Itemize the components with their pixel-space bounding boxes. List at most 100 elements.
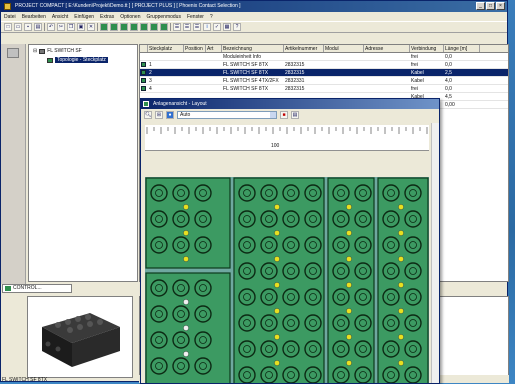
cell-article: 2832315 (285, 86, 305, 92)
window-controls: _ □ × (476, 2, 505, 10)
column-header[interactable]: Position (184, 45, 206, 52)
status-led (274, 204, 280, 210)
connector-socket (238, 236, 256, 254)
connector-socket (238, 210, 256, 228)
table-row[interactable]: 2 FL SWITCH SF 8TX 2832315 Kabel 2,5 (140, 69, 508, 77)
print-icon[interactable]: ▤ (291, 111, 299, 119)
help-icon[interactable]: ? (233, 23, 241, 31)
child-title-bar: Anlagenansicht - Layout (141, 99, 439, 109)
menu-extras[interactable]: Extras (100, 14, 114, 20)
connector-socket (172, 184, 190, 202)
column-header[interactable]: Artikelnummer (284, 45, 324, 52)
app-icon (4, 3, 11, 10)
table-row[interactable]: 1 FL SWITCH SF 8TX 2832315 frei 0,0 (140, 61, 508, 69)
tree-item[interactable]: Topologie - Steckplatz (47, 57, 108, 63)
menu-help[interactable]: ? (210, 14, 213, 20)
new-icon[interactable]: □ (4, 23, 12, 31)
column-header[interactable]: Bezeichnung (222, 45, 284, 52)
cell-type (206, 77, 222, 84)
connector-socket (150, 357, 168, 375)
tree-root-label: FL SWITCH SF (47, 48, 82, 54)
menu-bearbeiten[interactable]: Bearbeiten (22, 14, 46, 20)
cell-connection: frei (411, 54, 418, 60)
table-row[interactable]: Moduleinheit Info frei 0,0 (140, 53, 508, 61)
connector-socket (260, 314, 278, 332)
cell-name: FL SWITCH SF 8TX (223, 62, 269, 68)
menu-einfuegen[interactable]: Einfügen (74, 14, 94, 20)
copy-icon[interactable]: ❐ (67, 23, 75, 31)
connector-socket (238, 288, 256, 306)
tree-root[interactable]: ⊟ FL SWITCH SF (33, 48, 82, 54)
cut-icon[interactable]: ✂ (57, 23, 65, 31)
open-icon[interactable]: ▭ (14, 23, 22, 31)
status-led (346, 360, 352, 366)
module-icon[interactable] (160, 23, 168, 31)
status-led (346, 282, 352, 288)
undo-icon[interactable]: ↶ (47, 23, 55, 31)
vertical-scrollbar[interactable] (431, 123, 439, 383)
zoom-select[interactable]: Auto (177, 111, 277, 119)
status-led (274, 308, 280, 314)
layout-canvas[interactable] (145, 177, 429, 383)
column-header[interactable]: Modul (324, 45, 364, 52)
connector-socket (194, 305, 212, 323)
menu-gruppenmodus[interactable]: Gruppenmodus (147, 14, 181, 20)
grid-icon[interactable]: ▦ (223, 23, 231, 31)
save-icon[interactable]: ▪ (24, 23, 32, 31)
table-row[interactable]: 3 FL SWITCH SF 4TX/2FX 2832331 Kabel 4,0 (140, 77, 508, 85)
connector-socket (172, 331, 190, 349)
connector-socket (304, 288, 322, 306)
bus-icon[interactable] (130, 23, 138, 31)
paste-icon[interactable]: ▣ (77, 23, 85, 31)
tab-control[interactable]: CONTROL... (2, 284, 72, 293)
cell-slot: 1 (149, 62, 152, 68)
column-header[interactable]: Art (206, 45, 222, 52)
cell-position (184, 53, 206, 60)
connector-socket (150, 184, 168, 202)
minimize-button[interactable]: _ (476, 2, 485, 10)
menu-optionen[interactable]: Optionen (120, 14, 140, 20)
list-icon[interactable]: ☰ (183, 23, 191, 31)
close-button[interactable]: × (496, 2, 505, 10)
connector-socket (260, 210, 278, 228)
module-icon (141, 62, 146, 68)
status-led (183, 325, 189, 331)
module-icon[interactable] (150, 23, 158, 31)
connector-icon[interactable] (110, 23, 118, 31)
globe-icon[interactable]: ● (166, 111, 174, 119)
column-header[interactable] (140, 45, 148, 52)
column-header[interactable]: Verbindung (410, 45, 444, 52)
table-row[interactable]: 4 FL SWITCH SF 8TX 2832315 frei 0,0 (140, 85, 508, 93)
check-icon[interactable]: ✓ (213, 23, 221, 31)
maximize-button[interactable]: □ (486, 2, 495, 10)
list-icon[interactable]: ☰ (193, 23, 201, 31)
column-header[interactable]: Länge [m] (444, 45, 480, 52)
project-icon[interactable] (7, 48, 19, 58)
module-icon[interactable] (140, 23, 148, 31)
menu-fenster[interactable]: Fenster (187, 14, 204, 20)
column-header[interactable]: Steckplatz (148, 45, 184, 52)
zoom-icon[interactable]: 🔍︎ (144, 111, 152, 119)
status-led (398, 204, 404, 210)
column-header[interactable]: Adresse (364, 45, 410, 52)
fit-icon[interactable]: ⊞ (155, 111, 163, 119)
connector-socket (282, 288, 300, 306)
cell-length: 4,0 (445, 78, 452, 84)
chevron-down-icon[interactable] (270, 112, 276, 118)
connector-socket (260, 366, 278, 383)
record-icon[interactable]: ■ (280, 111, 288, 119)
list-icon[interactable]: ☰ (173, 23, 181, 31)
title-bar: PROJECT COMPACT [ E:\Kunden\Projekt\Demo… (1, 1, 507, 12)
info-icon[interactable]: i (203, 23, 211, 31)
toolbar-separator (44, 23, 45, 31)
module-icon[interactable] (100, 23, 108, 31)
delete-icon[interactable]: ✕ (87, 23, 95, 31)
menu-ansicht[interactable]: Ansicht (52, 14, 68, 20)
connector-socket (332, 314, 350, 332)
expand-icon[interactable]: ⊟ (33, 48, 37, 54)
print-icon[interactable]: ▤ (34, 23, 42, 31)
menu-datei[interactable]: Datei (4, 14, 16, 20)
device-icon (39, 48, 46, 54)
cable-icon[interactable] (120, 23, 128, 31)
connector-socket (382, 262, 400, 280)
